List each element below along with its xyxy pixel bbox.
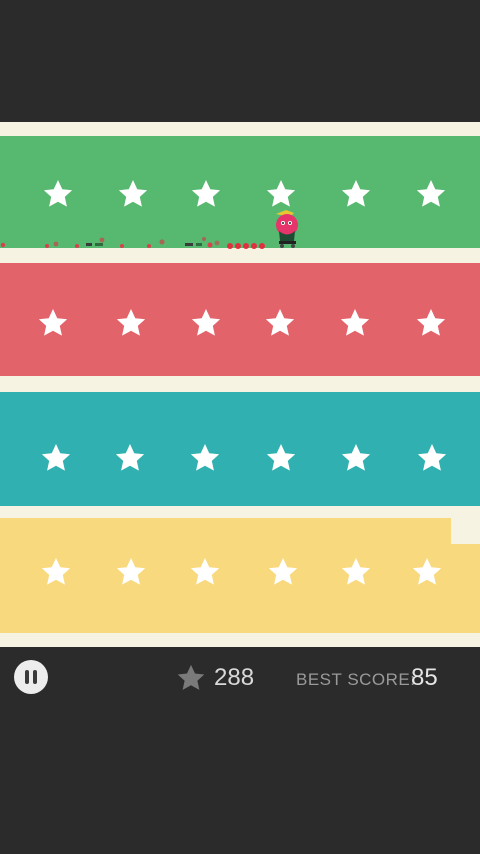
star-icon xyxy=(411,556,443,588)
star-icon xyxy=(40,556,72,588)
star-icon xyxy=(189,442,221,474)
stars-collected-count: 288 xyxy=(214,664,255,691)
star-icon xyxy=(115,307,147,339)
star-icon xyxy=(340,442,372,474)
star-row xyxy=(0,178,480,218)
star-row xyxy=(0,442,480,482)
star-icon xyxy=(42,178,74,210)
lane-red xyxy=(0,263,480,376)
hud-bar: 288 BEST SCORE: 85 xyxy=(0,655,480,705)
pause-icon xyxy=(25,670,29,684)
star-icon xyxy=(115,556,147,588)
star-icon xyxy=(415,307,447,339)
star-icon xyxy=(190,178,222,210)
star-icon xyxy=(189,556,221,588)
star-icon xyxy=(267,556,299,588)
star-row xyxy=(0,556,480,596)
playfield[interactable] xyxy=(0,122,480,647)
lane-teal xyxy=(0,392,480,506)
trail-particles xyxy=(0,237,265,249)
star-icon xyxy=(265,178,297,210)
star-icon xyxy=(190,307,222,339)
star-icon xyxy=(339,307,371,339)
star-icon xyxy=(265,442,297,474)
best-score-value: 85 xyxy=(411,664,438,691)
pause-button[interactable] xyxy=(14,660,48,694)
star-icon xyxy=(416,442,448,474)
star-icon xyxy=(114,442,146,474)
star-icon xyxy=(176,663,206,693)
lane-green xyxy=(0,136,480,248)
star-icon xyxy=(415,178,447,210)
lane-gap-block xyxy=(451,518,480,544)
runner-character xyxy=(276,210,298,248)
star-row xyxy=(0,307,480,347)
lane-yellow xyxy=(0,518,480,633)
star-icon xyxy=(340,556,372,588)
star-icon xyxy=(264,307,296,339)
best-score-label: BEST SCORE: xyxy=(296,670,416,689)
star-icon xyxy=(340,178,372,210)
star-icon xyxy=(40,442,72,474)
star-icon xyxy=(117,178,149,210)
star-icon xyxy=(37,307,69,339)
pause-icon xyxy=(33,670,37,684)
